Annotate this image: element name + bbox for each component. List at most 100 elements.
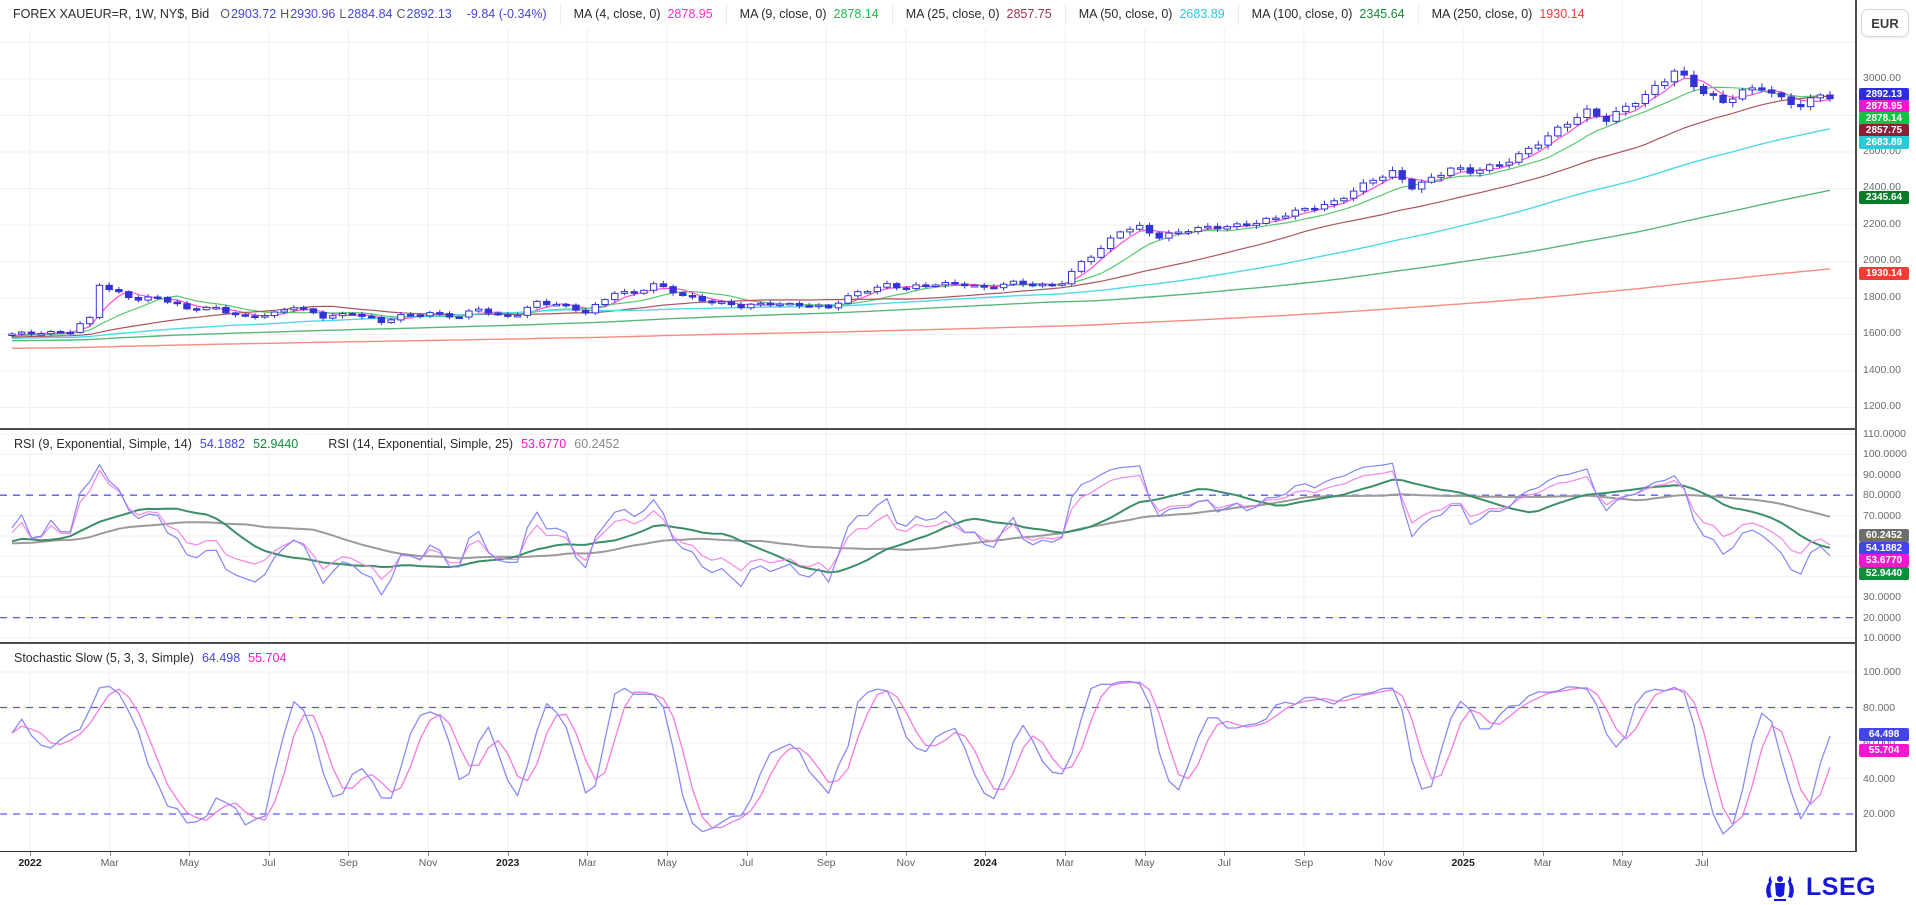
rsi-axis-label: 30.0000: [1863, 591, 1901, 603]
time-tick: [667, 852, 668, 856]
ohlc-label: H: [280, 7, 289, 21]
time-axis-label: May: [657, 857, 677, 869]
ohlc-value: 2884.84: [347, 7, 392, 21]
ma-label: MA (50, close, 0): [1079, 7, 1173, 21]
ma-legend-cell-4: MA (4, close, 0) 2878.95: [561, 3, 727, 25]
time-axis-label: Mar: [1056, 857, 1074, 869]
currency-button[interactable]: EUR: [1861, 9, 1909, 37]
lseg-wordmark: LSEG: [1806, 873, 1876, 902]
ma-value: 1930.14: [1539, 7, 1584, 21]
ma-legend-cell-50: MA (50, close, 0) 2683.89: [1066, 3, 1239, 25]
time-axis-label: May: [179, 857, 199, 869]
price-badge: 2683.89: [1859, 136, 1909, 149]
stoch-axis-label: 40.000: [1863, 773, 1895, 785]
panel-divider-rsi-stoch[interactable]: [0, 642, 1857, 644]
rsi-axis-label: 110.0000: [1863, 428, 1906, 440]
chart-application: FOREX XAUEUR=R, 1W, NY$, Bid O2903.72H29…: [0, 0, 1916, 905]
stoch-axis-label: 80.000: [1863, 702, 1895, 714]
symbol-title: FOREX XAUEUR=R, 1W, NY$, Bid: [13, 7, 209, 21]
price-axis-label: 1800.00: [1863, 291, 1901, 303]
time-axis-label: Nov: [896, 857, 915, 869]
legend-item: 55.704: [248, 651, 286, 665]
stochastic-legend: Stochastic Slow (5, 3, 3, Simple) 64.498 5…: [10, 650, 290, 666]
ma-label: MA (9, close, 0): [740, 7, 827, 21]
ohlc-value: 2903.72: [231, 7, 276, 21]
legend-item: 60.2452: [574, 437, 619, 451]
legend-item: 64.498: [202, 651, 240, 665]
ma-value: 2857.75: [1007, 7, 1052, 21]
rsi-panel-chart[interactable]: [0, 430, 1855, 642]
ohlc-values: O2903.72H2930.96L2884.84C2892.13: [216, 7, 452, 21]
legend-item: Stochastic Slow (5, 3, 3, Simple): [14, 651, 194, 665]
rsi-axis-label: 70.0000: [1863, 510, 1901, 522]
ma-label: MA (4, close, 0): [574, 7, 661, 21]
time-axis-label: Mar: [101, 857, 119, 869]
time-axis-label: Mar: [1534, 857, 1552, 869]
ma-value: 2878.14: [834, 7, 879, 21]
price-badge: 2345.64: [1859, 191, 1909, 204]
legend-item: RSI (9, Exponential, Simple, 14): [14, 437, 192, 451]
panel-divider-main-rsi[interactable]: [0, 428, 1857, 430]
ma-value: 2683.89: [1179, 7, 1224, 21]
price-badge: 52.9440: [1859, 567, 1909, 580]
time-axis-label: Sep: [817, 857, 836, 869]
price-badge: 60.2452: [1859, 529, 1909, 542]
main-price-chart[interactable]: [0, 0, 1855, 428]
ma-label: MA (25, close, 0): [906, 7, 1000, 21]
time-tick: [30, 852, 31, 856]
time-tick: [1304, 852, 1305, 856]
price-badge: 1930.14: [1859, 267, 1909, 280]
price-axis-label: 2200.00: [1863, 218, 1901, 230]
rsi-axis-label: 90.0000: [1863, 469, 1901, 481]
rsi-axis-label: 20.0000: [1863, 612, 1901, 624]
price-axis[interactable]: EUR 3000.002800.002600.002400.002200.002…: [1857, 0, 1916, 852]
time-axis-label: May: [1135, 857, 1155, 869]
legend-item: 54.1882: [200, 437, 245, 451]
time-tick: [587, 852, 588, 856]
time-tick: [269, 852, 270, 856]
price-axis-label: 1200.00: [1863, 400, 1901, 412]
legend-item: RSI (14, Exponential, Simple, 25): [328, 437, 513, 451]
price-badge: 53.6770: [1859, 554, 1909, 567]
time-tick: [747, 852, 748, 856]
legend-item: 52.9440: [253, 437, 298, 451]
stoch-axis-label: 100.000: [1863, 666, 1901, 678]
time-axis-label: 2023: [496, 857, 519, 869]
time-tick: [110, 852, 111, 856]
time-axis-label: Mar: [578, 857, 596, 869]
time-tick: [1463, 852, 1464, 856]
time-tick: [508, 852, 509, 856]
ma-value: 2878.95: [667, 7, 712, 21]
time-tick: [826, 852, 827, 856]
stoch-axis-label: 20.000: [1863, 808, 1895, 820]
stochastic-panel-chart[interactable]: [0, 644, 1855, 851]
time-axis-label: Nov: [1374, 857, 1393, 869]
candlestick-series: [9, 67, 1833, 338]
change-value: -9.84 (-0.34%): [467, 7, 547, 21]
time-tick: [985, 852, 986, 856]
ma-value: 2345.64: [1359, 7, 1404, 21]
time-axis[interactable]: 2022MarMayJulSepNov2023MarMayJulSepNov20…: [0, 852, 1857, 874]
ohlc-label: C: [397, 7, 406, 21]
time-axis-label: Nov: [419, 857, 438, 869]
time-axis-label: Jul: [1695, 857, 1708, 869]
time-tick: [1145, 852, 1146, 856]
lseg-logo: LSEG: [1762, 872, 1876, 902]
time-tick: [1702, 852, 1703, 856]
chart-legend-bar: FOREX XAUEUR=R, 1W, NY$, Bid O2903.72H29…: [0, 0, 1598, 28]
time-axis-label: 2025: [1451, 857, 1474, 869]
time-tick: [906, 852, 907, 856]
lseg-crest-icon: [1762, 872, 1798, 902]
time-axis-label: May: [1612, 857, 1632, 869]
rsi-axis-label: 10.0000: [1863, 632, 1901, 644]
time-tick: [1224, 852, 1225, 856]
time-axis-label: Sep: [1295, 857, 1314, 869]
time-axis-label: 2022: [18, 857, 41, 869]
price-axis-label: 1400.00: [1863, 364, 1901, 376]
time-tick: [1543, 852, 1544, 856]
price-axis-label: 3000.00: [1863, 72, 1901, 84]
rsi-axis-label: 100.0000: [1863, 448, 1907, 460]
ma-legend-cell-25: MA (25, close, 0) 2857.75: [893, 3, 1066, 25]
ohlc-label: O: [220, 7, 230, 21]
time-axis-label: Sep: [339, 857, 358, 869]
